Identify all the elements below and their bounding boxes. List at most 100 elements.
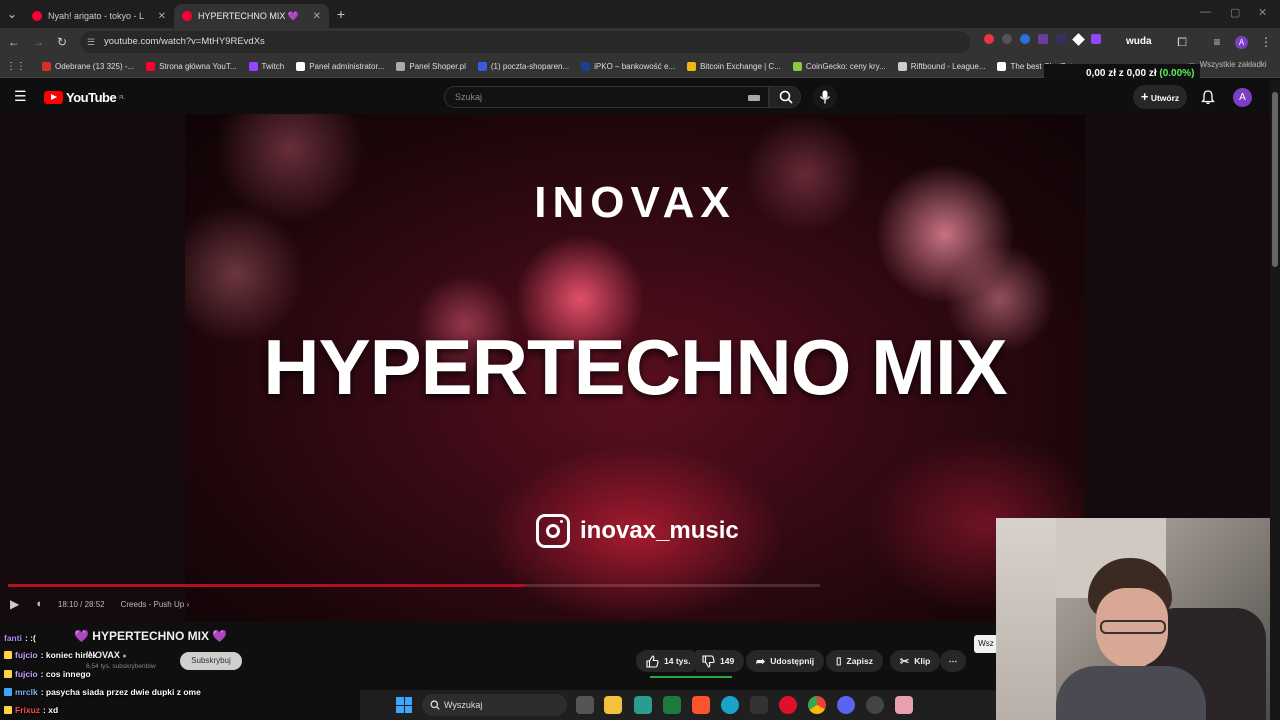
tab-list-chevron-icon[interactable]: ⌄ — [0, 7, 24, 21]
app-pink-icon[interactable] — [895, 696, 913, 714]
bookmark-label: Panel Shoper.pl — [409, 62, 466, 71]
bookmark-item[interactable]: CoinGecko: ceny kry... — [792, 62, 886, 71]
bookmark-label: Panel administrator... — [309, 62, 385, 71]
bookmark-icon: ▯ — [836, 655, 842, 667]
hamburger-menu-icon[interactable]: ☰ — [14, 88, 27, 105]
extension-wuda-label[interactable]: wuda — [1126, 36, 1152, 47]
bookmark-favicon-icon — [792, 62, 802, 71]
site-info-icon[interactable]: ☰ — [87, 31, 95, 53]
play-icon[interactable]: ▶ — [10, 597, 19, 611]
reload-icon[interactable]: ↻ — [50, 35, 74, 49]
search-button[interactable] — [769, 86, 801, 108]
new-tab-button[interactable]: + — [329, 6, 353, 22]
dislike-button[interactable]: 149 — [696, 650, 745, 672]
bookmark-item[interactable]: (1) poczta-shoparen... — [477, 62, 569, 71]
close-tab-icon[interactable]: ✕ — [158, 11, 166, 22]
opera-browser-icon[interactable] — [779, 696, 797, 714]
chapter-title[interactable]: Creeds - Push Up › — [121, 600, 190, 609]
save-button[interactable]: ▯ Zapisz — [826, 650, 883, 672]
bookmark-item[interactable]: iPKO – bankowość e... — [581, 62, 675, 71]
thumbs-down-icon — [702, 654, 715, 668]
create-button[interactable]: + Utwórz — [1133, 85, 1187, 109]
url-text: youtube.com/watch?v=MtHY9REvdXs — [104, 36, 265, 47]
edge-browser-icon[interactable] — [721, 696, 739, 714]
save-label: Zapisz — [846, 656, 873, 666]
share-icon: ➦ — [756, 655, 766, 668]
account-avatar[interactable]: A — [1233, 88, 1252, 107]
windows-taskbar: Wyszukaj — [360, 690, 996, 720]
extension-blue-icon[interactable] — [1020, 34, 1030, 44]
tab-hypertechno-mix[interactable]: HYPERTECHNO MIX 💜 - Yo ✕ — [174, 4, 329, 28]
chat-username: fanti — [4, 633, 22, 643]
discord-icon[interactable] — [837, 696, 855, 714]
extension-purple-icon[interactable] — [1038, 34, 1048, 44]
app-green-icon[interactable] — [663, 696, 681, 714]
app-dark-icon[interactable] — [750, 696, 768, 714]
store-icon[interactable] — [634, 696, 652, 714]
apps-grid-icon[interactable]: ⋮⋮ — [6, 61, 26, 72]
forward-icon[interactable]: → — [26, 35, 50, 49]
profile-avatar[interactable]: A — [1235, 36, 1248, 49]
video-progress-bar[interactable] — [8, 584, 820, 587]
browser-menu-icon[interactable]: ⋮ — [1254, 35, 1278, 49]
search-placeholder: Szukaj — [455, 92, 483, 102]
extensions-puzzle-icon[interactable]: ⧠ — [1170, 35, 1194, 50]
maximize-window-icon[interactable]: ▢ — [1230, 6, 1240, 19]
volume-icon[interactable]: ◖ — [35, 598, 42, 610]
page-scrollbar[interactable] — [1270, 80, 1280, 720]
like-button[interactable]: 14 tys. — [636, 650, 701, 672]
extension-diamond-icon[interactable] — [1072, 32, 1085, 46]
person-shirt — [1056, 666, 1206, 720]
youtube-header: ☰ YouTube PL Szukaj + Utwórz A — [0, 80, 1270, 114]
bookmark-favicon-icon — [146, 62, 156, 71]
extension-dark-icon[interactable] — [1056, 34, 1066, 44]
address-bar[interactable]: ☰ youtube.com/watch?v=MtHY9REvdXs — [80, 31, 970, 53]
close-window-icon[interactable]: ✕ — [1258, 6, 1267, 19]
search-icon — [430, 700, 440, 710]
chat-message: fanti: :( — [4, 633, 36, 643]
bookmark-item[interactable]: Panel administrator... — [296, 62, 384, 71]
brave-browser-icon[interactable] — [692, 696, 710, 714]
bookmark-item[interactable]: Odebrane (13 325) -... — [42, 62, 134, 71]
minimize-window-icon[interactable]: — — [1200, 6, 1211, 18]
bookmark-item[interactable]: Riftbound - League... — [897, 62, 985, 71]
media-control-icon[interactable]: ≡ — [1205, 35, 1229, 49]
search-icon — [779, 90, 793, 104]
bookmark-item[interactable]: Strona główna YouT... — [146, 62, 237, 71]
obs-icon[interactable] — [866, 696, 884, 714]
file-explorer-icon[interactable] — [604, 696, 622, 714]
youtube-logo[interactable]: YouTube PL — [44, 90, 125, 105]
browser-tab-strip: ⌄ Nyah! arigato - tokyo - Leat'eq ✕ HYPE… — [0, 0, 1280, 28]
notifications-bell-icon[interactable] — [1201, 90, 1215, 105]
scrollbar-thumb[interactable] — [1272, 92, 1278, 267]
close-tab-icon[interactable]: ✕ — [313, 11, 321, 22]
chrome-browser-icon[interactable] — [808, 696, 826, 714]
bookmark-favicon-icon — [396, 62, 406, 71]
extension-grey-icon[interactable] — [1002, 34, 1012, 44]
subscribe-button[interactable]: Subskrybuj — [180, 652, 242, 670]
taskbar-search-input[interactable]: Wyszukaj — [422, 694, 567, 716]
bookmark-item[interactable]: Bitcoin Exchange | C... — [687, 62, 781, 71]
back-icon[interactable]: ← — [2, 35, 26, 49]
search-input[interactable]: Szukaj — [444, 86, 769, 108]
bookmark-favicon-icon — [296, 62, 306, 71]
windows-start-icon[interactable] — [396, 697, 412, 713]
more-actions-button[interactable]: ⋯ — [940, 650, 966, 672]
bookmark-item[interactable]: Twitch — [248, 62, 284, 71]
taskbar-search-placeholder: Wyszukaj — [444, 700, 483, 710]
clip-button[interactable]: ✂ Klip — [890, 650, 941, 672]
extension-red-icon[interactable] — [984, 34, 994, 44]
task-view-icon[interactable] — [576, 696, 594, 714]
extension-twitch-icon[interactable] — [1091, 34, 1101, 44]
player-controls: ▶ ◖ 18:10 / 28:52 Creeds - Push Up › — [10, 594, 189, 614]
wallet-amount: 0,00 zł z 0,00 zł — [1086, 68, 1157, 79]
all-filter-chip[interactable]: Wsz — [974, 635, 998, 653]
bookmark-item[interactable]: Panel Shoper.pl — [396, 62, 466, 71]
chat-badge-icon — [4, 706, 12, 714]
voice-search-button[interactable] — [813, 85, 837, 109]
bookmark-favicon-icon — [687, 62, 697, 71]
tab-nyah-arigato[interactable]: Nyah! arigato - tokyo - Leat'eq ✕ — [24, 4, 174, 28]
keyboard-icon[interactable] — [748, 95, 760, 101]
chat-message: Frixuz: xd — [4, 705, 58, 715]
share-button[interactable]: ➦ Udostępnij — [746, 650, 825, 672]
